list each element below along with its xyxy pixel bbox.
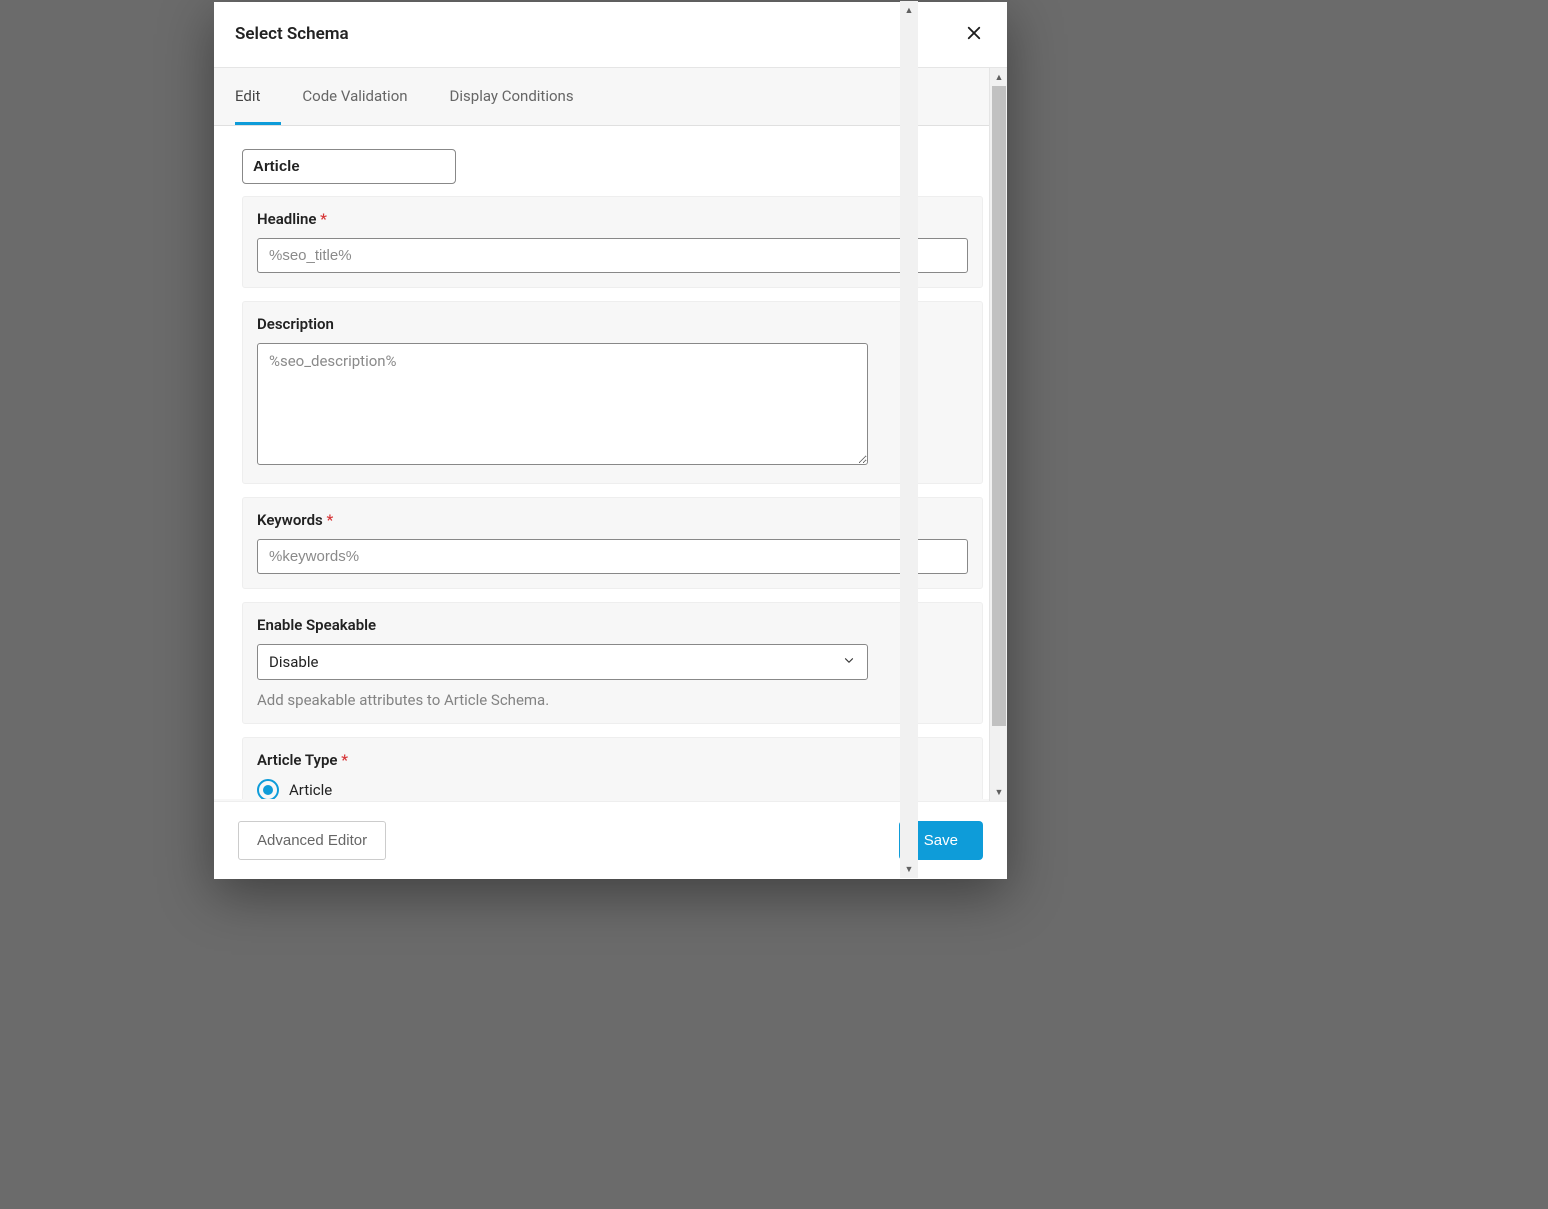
field-group-keywords: Keywords * <box>242 497 983 589</box>
required-indicator: * <box>341 751 348 769</box>
enable-speakable-select[interactable]: Disable <box>257 644 868 680</box>
radio-dot-icon <box>263 785 273 795</box>
field-group-article-type: Article Type * Article <box>242 737 983 799</box>
scroll-down-icon[interactable]: ▼ <box>900 860 918 878</box>
enable-speakable-label: Enable Speakable <box>257 616 968 634</box>
advanced-editor-button[interactable]: Advanced Editor <box>238 821 386 860</box>
tab-edit[interactable]: Edit <box>235 68 281 125</box>
article-type-label: Article Type * <box>257 751 968 769</box>
headline-input[interactable] <box>257 238 968 273</box>
modal-header: Select Schema <box>214 2 1007 67</box>
field-group-description: Description <box>242 301 983 484</box>
close-icon <box>965 24 983 45</box>
description-input[interactable] <box>257 343 868 465</box>
tab-display-conditions[interactable]: Display Conditions <box>429 68 595 125</box>
scroll-down-icon[interactable]: ▼ <box>990 783 1007 801</box>
close-button[interactable] <box>962 22 986 46</box>
headline-label: Headline * <box>257 210 968 228</box>
scroll-up-icon[interactable]: ▲ <box>990 68 1007 86</box>
keywords-label: Keywords * <box>257 511 968 529</box>
required-indicator: * <box>326 511 333 529</box>
inner-scrollbar[interactable]: ▲ ▼ <box>989 68 1007 801</box>
scroll-thumb[interactable] <box>992 86 1006 726</box>
field-group-headline: Headline * <box>242 196 983 288</box>
tabs: Edit Code Validation Display Conditions <box>214 68 1007 126</box>
modal-body: Edit Code Validation Display Conditions … <box>214 67 1007 801</box>
schema-type-input[interactable] <box>242 149 456 184</box>
schema-modal: Select Schema Edit Code Validation Displ… <box>214 2 1007 879</box>
description-label: Description <box>257 315 968 333</box>
tab-code-validation[interactable]: Code Validation <box>281 68 428 125</box>
outer-scrollbar[interactable]: ▲ ▼ <box>900 1 918 878</box>
modal-title: Select Schema <box>235 24 349 44</box>
scroll-up-icon[interactable]: ▲ <box>900 1 918 19</box>
keywords-input[interactable] <box>257 539 968 574</box>
enable-speakable-help: Add speakable attributes to Article Sche… <box>257 691 968 709</box>
radio-icon <box>257 779 279 799</box>
modal-footer: Advanced Editor Save <box>214 801 1007 879</box>
field-group-enable-speakable: Enable Speakable Disable Add speakable a… <box>242 602 983 724</box>
required-indicator: * <box>320 210 327 228</box>
content-area: Headline * Description Keywords * <box>214 126 1007 799</box>
article-type-option-label: Article <box>289 781 332 799</box>
article-type-radio-article[interactable]: Article <box>257 779 968 799</box>
enable-speakable-select-wrap: Disable <box>257 644 868 680</box>
